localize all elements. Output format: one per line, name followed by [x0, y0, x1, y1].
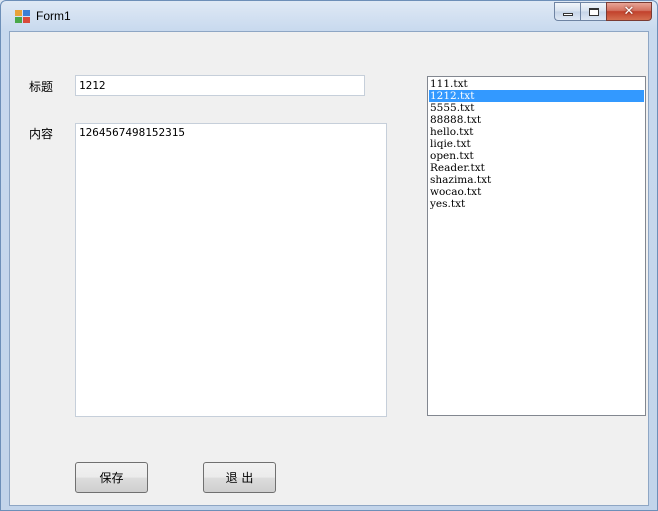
caption-buttons: ✕	[554, 2, 652, 22]
maximize-icon	[588, 7, 599, 16]
list-item[interactable]: Reader.txt	[429, 162, 644, 174]
winforms-app-icon	[15, 10, 31, 24]
content-textarea[interactable]: 1264567498152315	[75, 123, 387, 417]
form-client-area: 标题 1212 内容 1264567498152315 111.txt 1212…	[9, 31, 649, 506]
list-item-selected[interactable]: 1212.txt	[429, 90, 644, 102]
list-item[interactable]: liqie.txt	[429, 138, 644, 150]
close-button[interactable]: ✕	[606, 2, 652, 21]
list-item[interactable]: yes.txt	[429, 198, 644, 210]
file-listbox[interactable]: 111.txt 1212.txt 5555.txt 88888.txt hell…	[427, 76, 646, 416]
list-item[interactable]: open.txt	[429, 150, 644, 162]
list-item[interactable]: wocao.txt	[429, 186, 644, 198]
list-item[interactable]: hello.txt	[429, 126, 644, 138]
title-input[interactable]: 1212	[75, 75, 365, 96]
list-item[interactable]: 5555.txt	[429, 102, 644, 114]
title-bar[interactable]: Form1 ✕	[1, 1, 657, 31]
list-item[interactable]: shazima.txt	[429, 174, 644, 186]
save-button[interactable]: 保存	[75, 462, 148, 493]
exit-button[interactable]: 退 出	[203, 462, 276, 493]
main-window: Form1 ✕ 标题 1212 内容 1264567498152315 111.…	[0, 0, 658, 511]
minimize-icon	[562, 13, 573, 16]
window-title: Form1	[36, 9, 71, 23]
title-label: 标题	[29, 80, 54, 94]
maximize-button[interactable]	[580, 2, 606, 21]
minimize-button[interactable]	[554, 2, 580, 21]
list-item[interactable]: 111.txt	[429, 78, 644, 90]
list-item[interactable]: 88888.txt	[429, 114, 644, 126]
content-label: 内容	[29, 127, 54, 141]
close-icon: ✕	[623, 4, 635, 19]
